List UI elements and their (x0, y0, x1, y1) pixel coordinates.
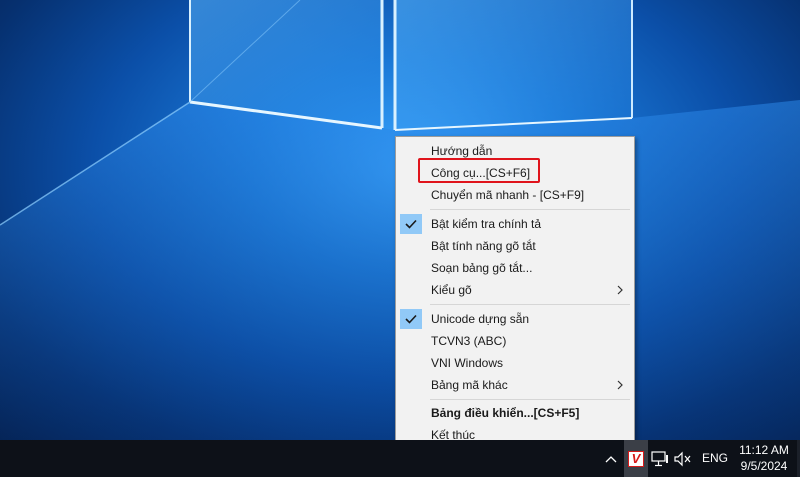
checkmark-icon (400, 214, 422, 234)
menu-item-label: VNI Windows (431, 356, 504, 370)
menu-separator (430, 209, 630, 210)
menu-item-soan-bang-go-tat[interactable]: Soạn bảng gõ tắt... (396, 257, 634, 279)
clock-time: 11:12 AM (739, 443, 789, 457)
chevron-right-icon (617, 380, 623, 390)
menu-item-kieu-go[interactable]: Kiểu gõ (396, 279, 634, 301)
menu-separator (430, 304, 630, 305)
chevron-up-icon (605, 455, 617, 462)
menu-item-label: Unicode dựng sẵn (431, 312, 530, 326)
network-button[interactable] (650, 440, 670, 477)
menu-item-label: TCVN3 (ABC) (431, 334, 507, 348)
menu-item-bang-ma-khac[interactable]: Bảng mã khác (396, 374, 634, 396)
network-icon (651, 450, 668, 466)
menu-item-label: Kiểu gõ (431, 283, 472, 297)
menu-item-bang-dieu-khien[interactable]: Bảng điều khiển...[CS+F5] (396, 402, 634, 424)
show-hidden-icons-button[interactable] (601, 440, 621, 477)
menu-item-vni-windows[interactable]: VNI Windows (396, 352, 634, 374)
unikey-tray-button[interactable]: V (624, 440, 648, 477)
menu-item-label: Soạn bảng gõ tắt... (431, 261, 533, 275)
menu-item-unicode-dung-san[interactable]: Unicode dựng sẵn (396, 308, 634, 330)
menu-item-kiem-tra-chinh-ta[interactable]: Bật kiểm tra chính tả (396, 213, 634, 235)
unikey-v-icon: V (628, 450, 644, 467)
taskbar-clock[interactable]: 11:12 AM 9/5/2024 (734, 442, 794, 474)
menu-item-label: Bảng mã khác (431, 378, 508, 392)
menu-item-tcvn3[interactable]: TCVN3 (ABC) (396, 330, 634, 352)
input-language-indicator[interactable]: ENG (700, 440, 730, 477)
clock-date: 9/5/2024 (740, 459, 788, 473)
menu-item-label: Bảng điều khiển...[CS+F5] (431, 406, 580, 420)
chevron-right-icon (617, 285, 623, 295)
menu-item-chuyen-ma-nhanh[interactable]: Chuyển mã nhanh - [CS+F9] (396, 184, 634, 206)
volume-muted-icon (674, 451, 691, 466)
menu-item-label: Bật kiểm tra chính tả (431, 217, 542, 231)
menu-item-label: Chuyển mã nhanh - [CS+F9] (431, 188, 585, 202)
menu-separator (430, 399, 630, 400)
volume-button[interactable] (673, 440, 693, 477)
annotation-highlight-box (418, 158, 540, 183)
checkmark-icon (400, 309, 422, 329)
menu-item-go-tat[interactable]: Bật tính năng gõ tắt (396, 235, 634, 257)
menu-item-label: Bật tính năng gõ tắt (431, 239, 536, 253)
